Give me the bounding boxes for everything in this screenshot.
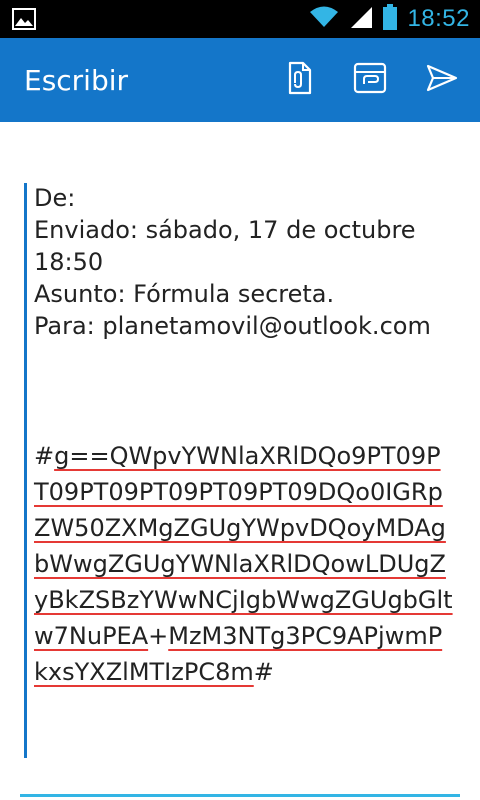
from-line: De: [34,184,76,212]
page-title: Escribir [24,64,129,97]
picture-notification-icon [12,8,36,35]
subject-line: Asunto: Fórmula secreta. [34,280,335,308]
send-button[interactable] [422,60,462,100]
divider [20,794,460,797]
code-suffix: # [253,658,274,686]
status-time: 18:52 [407,5,470,32]
code-part-1: g==QWpvYWNlaXRlDQo9PT09PT09PT09PT09PT09P… [34,442,453,650]
sent-line: Enviado: sábado, 17 de octubre 18:50 [34,216,416,276]
to-line: Para: planetamovil@outlook.com [34,312,431,340]
quote-bar [24,183,27,758]
code-prefix: # [34,442,55,470]
send-icon [425,63,459,98]
battery-icon [383,3,398,35]
attach-file-icon [286,61,314,100]
wifi-icon [309,5,339,34]
signal-icon [349,5,373,34]
attach-from-storage-button[interactable] [350,60,390,100]
attach-from-storage-icon [353,62,387,99]
attach-file-button[interactable] [280,60,320,100]
encoded-text: #g==QWpvYWNlaXRlDQo9PT09PT09PT09PT09PT09… [34,438,454,690]
status-bar: 18:52 [0,0,480,38]
app-bar: Escribir [0,38,480,122]
code-plus: + [148,622,169,650]
message-body[interactable]: De: Enviado: sábado, 17 de octubre 18:50… [34,182,464,690]
